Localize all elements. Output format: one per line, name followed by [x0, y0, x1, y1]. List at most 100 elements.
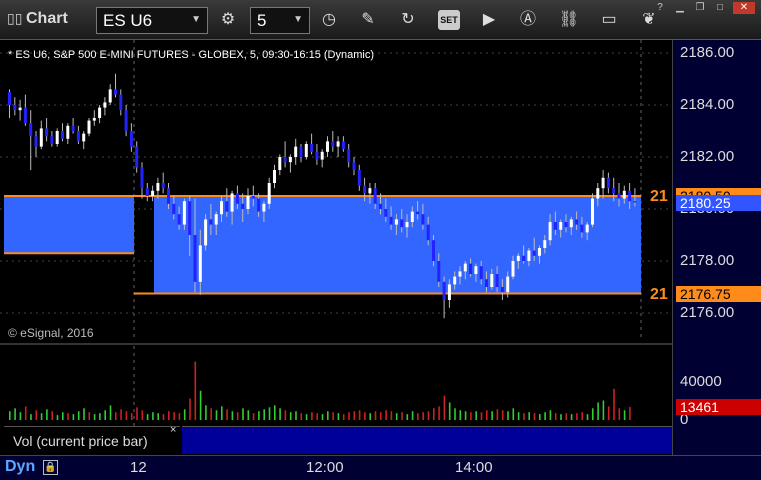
help-icon[interactable]: ? — [652, 2, 668, 14]
volume-bar — [120, 409, 122, 420]
candle-body — [29, 123, 33, 137]
candle-body — [156, 183, 160, 191]
range-band-left — [4, 196, 134, 254]
volume-bar — [236, 412, 239, 420]
volume-bar — [337, 413, 340, 420]
clock-icon[interactable]: ◷ — [317, 8, 341, 32]
volume-bar — [374, 411, 377, 420]
interval-value: 5 — [257, 11, 267, 30]
volume-bar — [168, 411, 170, 420]
volume-bar — [475, 411, 477, 420]
interval-selector[interactable]: 5 ▼ — [250, 7, 310, 34]
volume-bar — [99, 413, 101, 420]
link-icon[interactable]: ⛓ — [557, 8, 581, 32]
volume-bar — [109, 405, 112, 420]
candle-body — [103, 102, 107, 108]
set-icon[interactable]: SET — [438, 10, 460, 30]
close-icon[interactable]: × — [170, 424, 176, 436]
candle-body — [363, 185, 367, 194]
candle-body — [447, 284, 451, 300]
chart-title: * ES U6, S&P 500 E-MINI FUTURES - GLOBEX… — [8, 49, 374, 61]
volume-bar — [385, 410, 387, 420]
volume-bar — [157, 413, 159, 420]
volume-bar — [613, 388, 615, 420]
time-axis[interactable]: Dyn 🔒 12 12:00 14:00 — [0, 455, 761, 480]
candle-body — [257, 198, 261, 212]
close-icon[interactable]: ✕ — [733, 2, 755, 14]
comment-icon[interactable]: ▭ — [597, 8, 621, 32]
volume-bar — [311, 412, 313, 420]
app-title: Chart — [26, 10, 68, 27]
volume-bar — [221, 406, 223, 420]
candle-body — [235, 193, 239, 204]
price-tick: 2186.00 — [680, 44, 735, 61]
volume-bar — [459, 410, 462, 420]
candle-body — [564, 222, 568, 228]
volume-bar — [30, 414, 32, 420]
price-tick: 2182.00 — [680, 148, 735, 165]
volume-bar — [162, 414, 165, 420]
app-grip-icon[interactable]: ▯▯ — [7, 10, 22, 27]
lower-level-label: 21 — [650, 286, 668, 303]
lock-icon[interactable]: 🔒 — [43, 460, 58, 475]
volume-bar — [491, 411, 493, 420]
candle-body — [167, 188, 170, 204]
candle-body — [61, 131, 64, 139]
candle-body — [182, 201, 186, 225]
maximize-icon[interactable]: □ — [712, 2, 728, 14]
volume-bar — [316, 413, 318, 420]
volume-bar — [380, 412, 382, 420]
volume-bar — [570, 414, 573, 420]
candle-body — [633, 201, 637, 203]
toolbar: ▯▯ Chart ES U6 ▼ ⚙ 5 ▼ ◷ ✎ ↻ SET ▶ Ⓐ ⛓ ▭… — [0, 0, 761, 40]
price-chart[interactable] — [0, 40, 672, 426]
candle-body — [177, 214, 181, 225]
volume-bar — [199, 390, 202, 420]
gear-icon[interactable]: ⚙ — [216, 8, 240, 32]
volume-bar — [14, 408, 16, 420]
refresh-icon[interactable]: ↻ — [396, 8, 420, 32]
candle-body — [119, 94, 123, 111]
candle-body — [596, 188, 600, 199]
volume-bar — [252, 413, 255, 420]
volume-bar — [364, 412, 366, 420]
volume-bar — [210, 408, 212, 420]
minimize-icon[interactable]: ▁ — [672, 2, 688, 14]
candle-body — [145, 188, 149, 196]
volume-bar — [226, 409, 228, 420]
volume-bar — [178, 413, 181, 420]
volume-bar — [417, 413, 419, 420]
candle-body — [129, 131, 133, 147]
candle-body — [453, 276, 457, 285]
volume-study-label[interactable]: Vol (current price bar) — [4, 426, 180, 454]
candle-body — [320, 151, 324, 160]
volume-bar — [629, 406, 631, 420]
candle-body — [379, 203, 382, 209]
volume-bar — [40, 413, 43, 420]
volume-bar — [358, 410, 361, 420]
candle-body — [76, 131, 80, 142]
volume-bar — [411, 411, 414, 420]
volume-study-bar: Vol (current price bar) × — [0, 424, 672, 454]
volume-bar — [104, 410, 106, 420]
volume-bar — [194, 361, 197, 420]
candle-body — [479, 266, 483, 280]
volume-bar — [136, 407, 138, 420]
volume-tick: 40000 — [680, 373, 722, 390]
volume-bar — [512, 408, 515, 420]
volume-bar — [51, 411, 53, 420]
volume-bar — [125, 411, 128, 420]
pencil-icon[interactable]: ✎ — [356, 8, 380, 32]
candle-body — [538, 248, 541, 256]
alert-icon[interactable]: Ⓐ — [516, 8, 540, 32]
volume-bar — [146, 414, 149, 420]
volume-bar — [501, 410, 504, 420]
restore-icon[interactable]: ❐ — [692, 2, 708, 14]
candle-body — [39, 128, 43, 147]
symbol-selector[interactable]: ES U6 ▼ — [96, 7, 208, 34]
candle-body — [71, 125, 75, 131]
volume-bar — [486, 410, 488, 420]
volume-bar — [554, 413, 557, 420]
dyn-label[interactable]: Dyn — [5, 458, 35, 476]
play-icon[interactable]: ▶ — [477, 8, 501, 32]
